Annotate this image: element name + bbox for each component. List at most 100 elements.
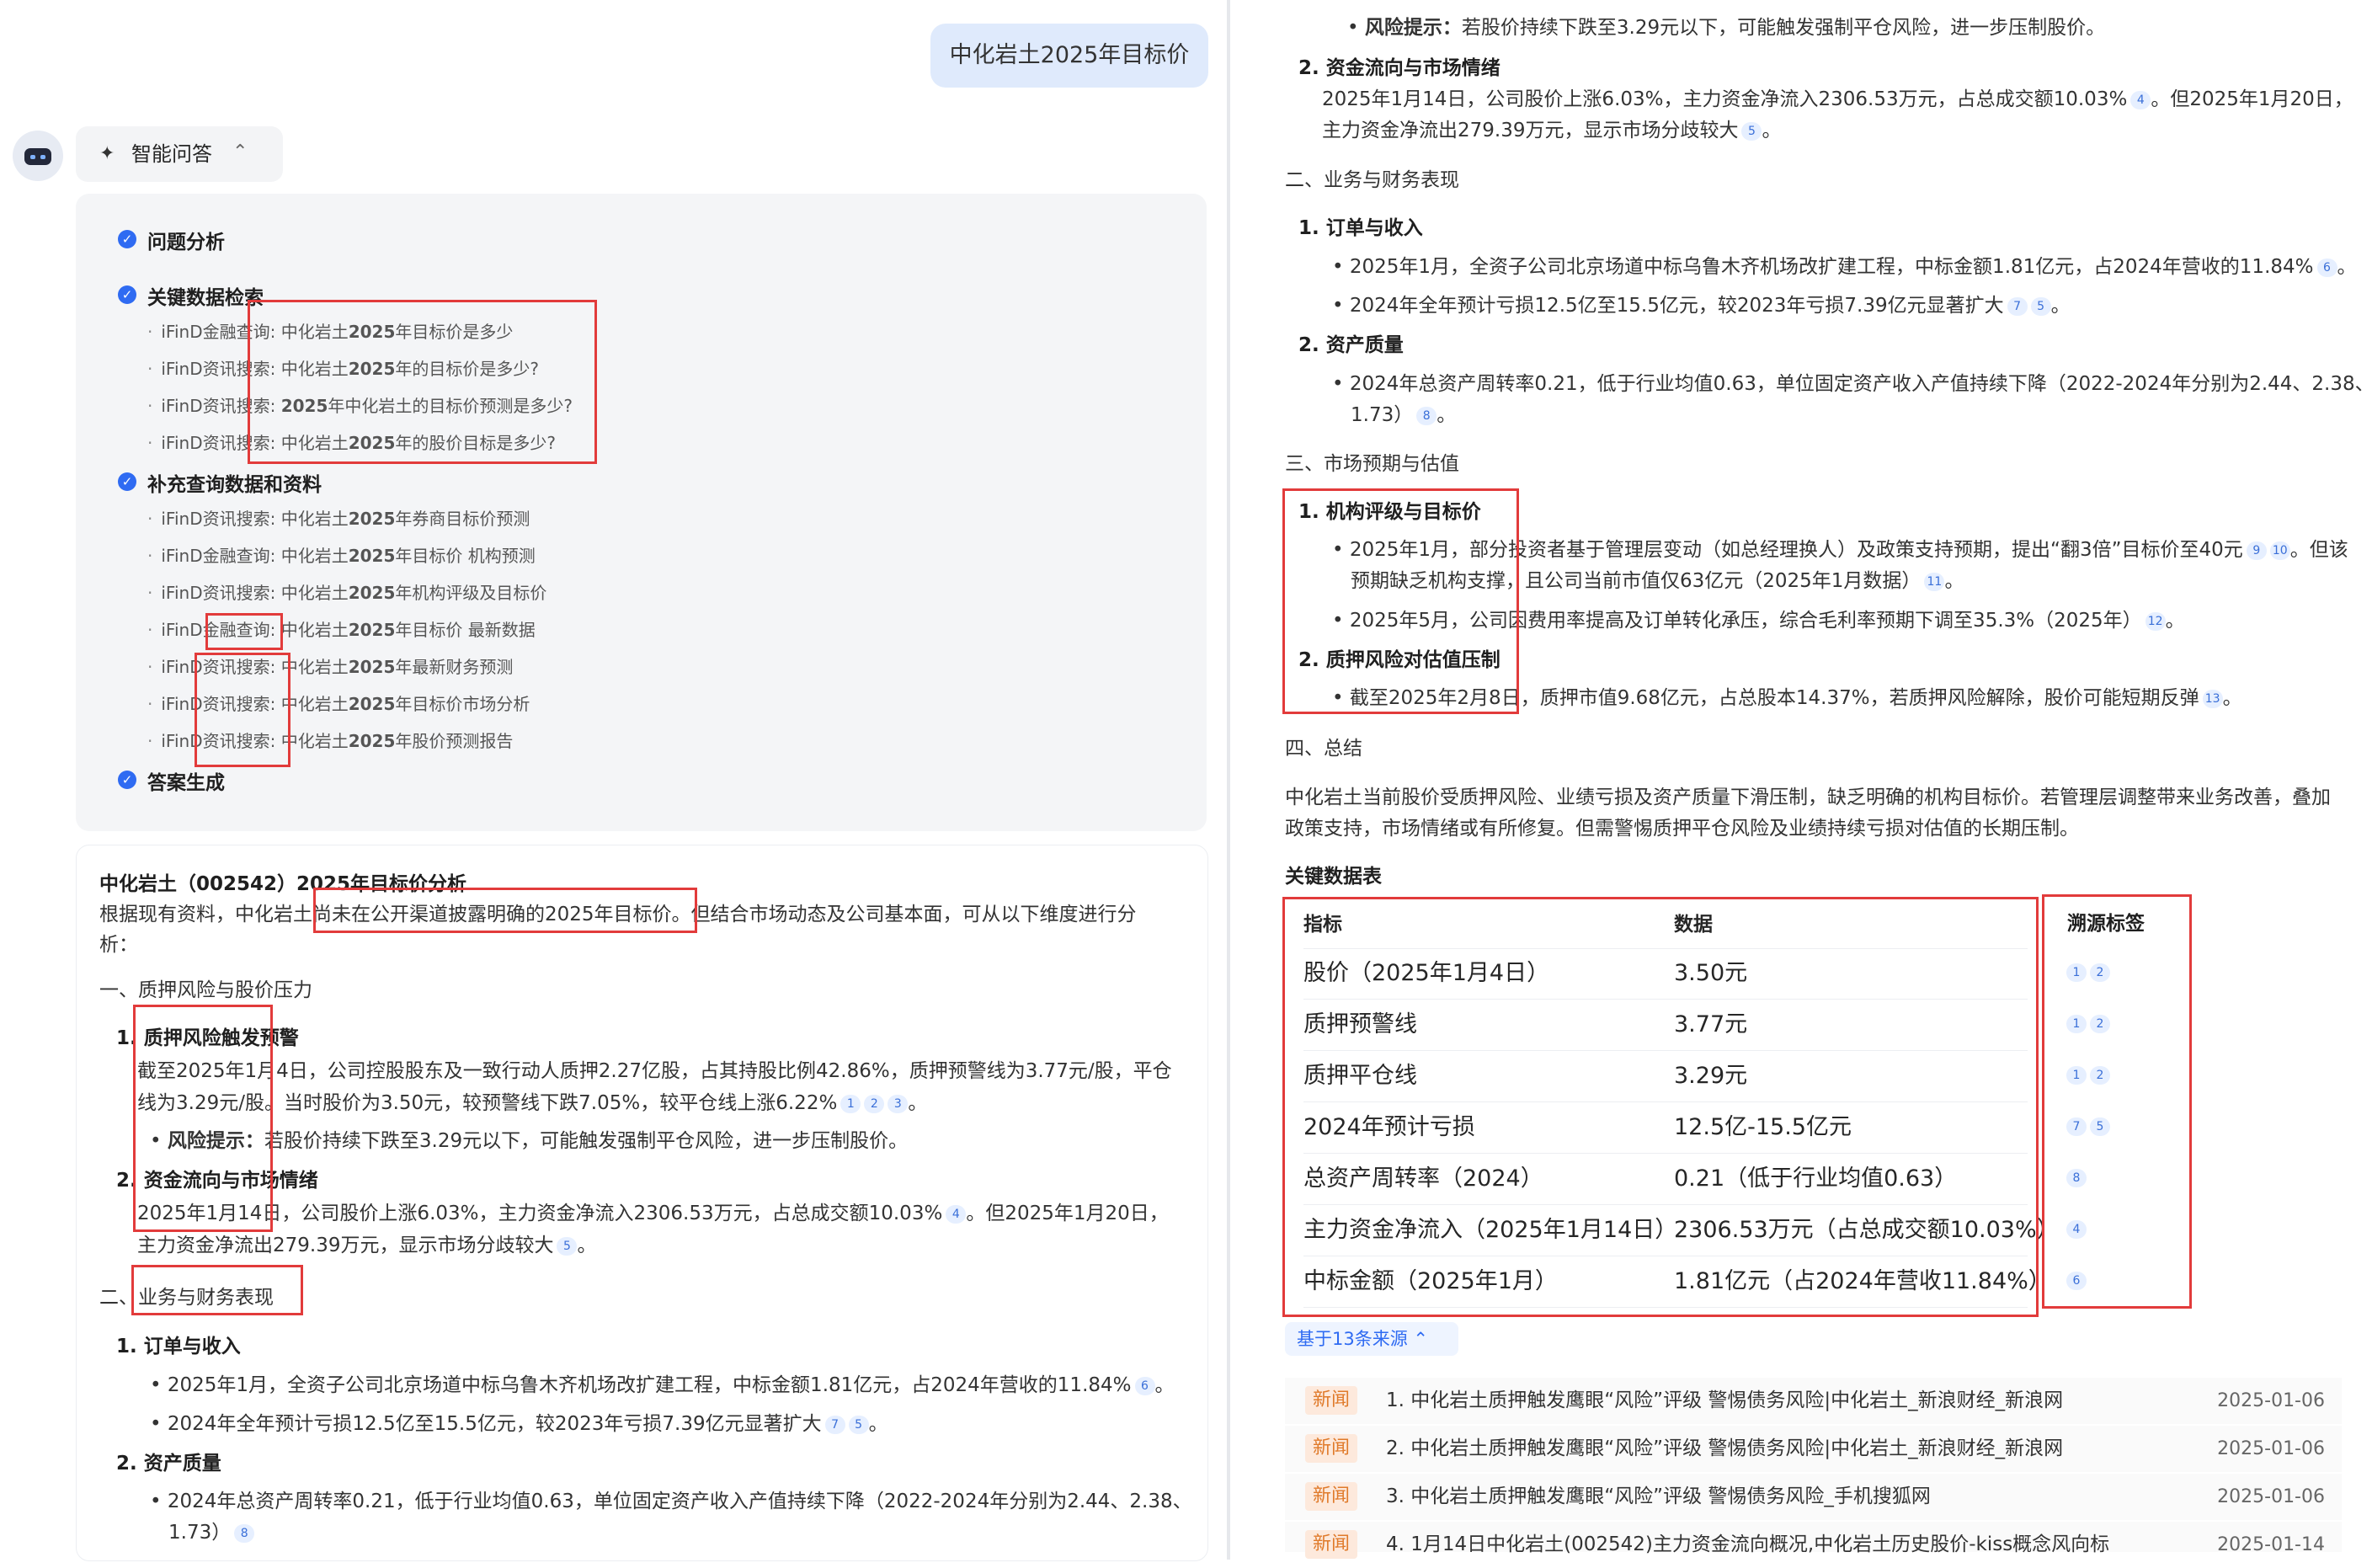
cell-value: 0.21（低于行业均值0.63） — [1674, 1165, 1958, 1192]
source-news-item[interactable]: 新闻 2. 中化岩土质押触发鹰眼“风险”评级 警惕债务风险|中化岩土_新浪财经_新… — [1285, 1426, 2342, 1472]
bullet-line: • 2025年5月，公司因费用率提高及订单转化承压，综合毛利率预期下调至35.3… — [1332, 610, 2185, 632]
citation-badge[interactable]: 8 — [2066, 1169, 2087, 1187]
section-heading: 二、业务与财务表现 — [99, 1287, 274, 1309]
paragraph-line: 主力资金净流出279.39万元，显示市场分歧较大 5。 — [137, 1235, 597, 1256]
cell-metric: 质押平仓线 — [1303, 1063, 1417, 1089]
cell-metric: 2024年预计亏损 — [1303, 1114, 1475, 1140]
news-title[interactable]: 4. 1月14日中化岩土(002542)主力资金流向概况,中化岩土历史股价-ki… — [1386, 1522, 2109, 1568]
search-step-item: · iFinD金融查询: 中化岩土2025年目标价是多少 — [147, 322, 514, 342]
citation-badge[interactable]: 5 — [2030, 296, 2051, 316]
bullet-line-cont: 1.73） 8 — [168, 1517, 255, 1549]
citation-badge[interactable]: 1 — [2066, 963, 2087, 982]
bullet-line: • 2024年全年预计亏损12.5亿至15.5亿元，较2023年亏损7.39亿元… — [1332, 295, 2071, 317]
cell-metric: 主力资金净流入（2025年1月14日） — [1303, 1217, 1678, 1243]
citation-badge[interactable]: 2 — [2090, 963, 2110, 982]
cell-value: 2306.53万元（占总成交额10.03%） — [1674, 1217, 2060, 1243]
citation-badge[interactable]: 1 — [2066, 1066, 2087, 1085]
table-title: 关键数据表 — [1285, 866, 1382, 888]
citation-badge[interactable]: 4 — [946, 1204, 967, 1224]
citation-badge[interactable]: 7 — [2007, 296, 2028, 316]
citation-badge[interactable]: 5 — [557, 1236, 578, 1256]
bullet-line: • 截至2025年2月8日，质押市值9.68亿元，占总股本14.37%，若质押风… — [1332, 687, 2242, 709]
news-badge: 新闻 — [1305, 1434, 1357, 1463]
table-row: 股价（2025年1月4日） 3.50元 — [1303, 948, 2028, 1000]
bullet-line: • 2024年总资产周转率0.21，低于行业均值0.63，单位固定资产收入产值持… — [1332, 373, 2372, 395]
source-news-item[interactable]: 新闻 1. 中化岩土质押触发鹰眼“风险”评级 警惕债务风险|中化岩土_新浪财经_新… — [1285, 1378, 2342, 1424]
step-supplement: 补充查询数据和资料 — [147, 474, 322, 496]
citation-badge[interactable]: 1 — [840, 1094, 861, 1113]
section-heading: 四、总结 — [1285, 738, 1362, 760]
source-news-item[interactable]: 新闻 3. 中化岩土质押触发鹰眼“风险”评级 警惕债务风险_手机搜狐网 2025-0… — [1285, 1474, 2342, 1520]
bullet-line: • 风险提示：若股价持续下跌至3.29元以下，可能触发强制平仓风险，进一步压制股… — [150, 1130, 909, 1152]
header-source: 溯源标签 — [2067, 913, 2145, 935]
search-step-item: · iFinD资讯搜索: 中化岩土2025年机构评级及目标价 — [147, 583, 547, 603]
citation-badge[interactable]: 1 — [2066, 1015, 2087, 1033]
smart-qa-label: 智能问答 — [131, 142, 212, 166]
check-icon: ✓ — [118, 472, 136, 491]
bullet-line: • 风险提示：若股价持续下跌至3.29元以下，可能触发强制平仓风险，进一步压制股… — [1347, 17, 2106, 39]
citation-badge[interactable]: 6 — [1134, 1376, 1155, 1395]
news-badge: 新闻 — [1305, 1482, 1357, 1511]
sparkle-icon: ✦ — [99, 143, 115, 164]
citation-badge[interactable]: 2 — [2090, 1015, 2110, 1033]
bullet-line: • 2024年全年预计亏损12.5亿至15.5亿元，较2023年亏损7.39亿元… — [150, 1413, 888, 1435]
bullet-line: • 2025年1月，全资子公司北京场道中标乌鲁木齐机场改扩建工程，中标金额1.8… — [150, 1374, 1175, 1396]
citation-badge[interactable]: 8 — [1416, 406, 1437, 425]
citation-badge[interactable]: 10 — [2269, 541, 2290, 560]
table-row: 2024年预计亏损 12.5亿-15.5亿元 — [1303, 1102, 2028, 1154]
news-title[interactable]: 1. 中化岩土质押触发鹰眼“风险”评级 警惕债务风险|中化岩土_新浪财经_新浪网 — [1386, 1378, 2063, 1424]
citation-badge[interactable]: 8 — [234, 1523, 255, 1543]
check-icon: ✓ — [118, 285, 136, 304]
citation-badge[interactable]: 5 — [848, 1415, 869, 1434]
search-step-item: · iFinD资讯搜索: 2025年中化岩土的目标价预测是多少? — [147, 396, 573, 416]
search-step-item: · iFinD资讯搜索: 中化岩土2025年目标价市场分析 — [147, 694, 530, 714]
search-step-item: · iFinD金融查询: 中化岩土2025年目标价 机构预测 — [147, 546, 536, 566]
cell-metric: 质押预警线 — [1303, 1011, 1417, 1037]
bullet-line-cont: 预期缺乏机构支撑，且公司当前市值仅63亿元（2025年1月数据） 11。 — [1351, 570, 1964, 592]
sources-toggle-button[interactable]: 基于13条来源 ⌃ — [1285, 1322, 1458, 1356]
source-tags: 6 — [2063, 1272, 2087, 1290]
citation-badge[interactable]: 9 — [2246, 541, 2267, 560]
search-step-item: · iFinD资讯搜索: 中化岩土2025年股价预测报告 — [147, 731, 514, 751]
paragraph-line: 主力资金净流出279.39万元，显示市场分歧较大 5。 — [1322, 120, 1782, 141]
news-title[interactable]: 2. 中化岩土质押触发鹰眼“风险”评级 警惕债务风险|中化岩土_新浪财经_新浪网 — [1386, 1426, 2063, 1472]
search-step-item: · iFinD资讯搜索: 中化岩土2025年券商目标价预测 — [147, 509, 530, 529]
citation-badge[interactable]: 4 — [2130, 90, 2151, 109]
citation-badge[interactable]: 5 — [2090, 1117, 2110, 1136]
news-date: 2025-01-06 — [2217, 1438, 2325, 1459]
check-icon: ✓ — [118, 230, 136, 248]
citation-badge[interactable]: 7 — [2066, 1117, 2087, 1136]
smart-qa-toggle[interactable]: ✦ 智能问答 ⌃ — [76, 126, 283, 182]
chevron-up-icon[interactable]: ⌃ — [232, 125, 248, 180]
source-tags: 75 — [2063, 1117, 2110, 1136]
source-tags: 4 — [2063, 1220, 2087, 1239]
cell-value: 12.5亿-15.5亿元 — [1674, 1114, 1852, 1140]
citation-badge[interactable]: 4 — [2066, 1220, 2087, 1239]
source-tags: 12 — [2063, 963, 2110, 982]
subsection-heading: 2. 资产质量 — [116, 1453, 221, 1475]
citation-badge[interactable]: 2 — [864, 1094, 885, 1113]
robot-face-icon — [24, 148, 51, 165]
citation-badge[interactable]: 5 — [1741, 121, 1762, 141]
citation-badge[interactable]: 6 — [2316, 258, 2337, 277]
section-heading: 三、市场预期与估值 — [1285, 453, 1459, 475]
citation-badge[interactable]: 12 — [2145, 611, 2166, 631]
source-tags: 8 — [2063, 1169, 2087, 1187]
subsection-heading: 1. 机构评级与目标价 — [1298, 501, 1481, 523]
citation-badge[interactable]: 13 — [2202, 689, 2223, 708]
source-news-item[interactable]: 新闻 4. 1月14日中化岩土(002542)主力资金流向概况,中化岩土历史股价-… — [1285, 1522, 2342, 1559]
paragraph-line: 2025年1月14日，公司股价上涨6.03%，主力资金净流入2306.53万元，… — [137, 1203, 1169, 1224]
citation-badge[interactable]: 3 — [888, 1094, 909, 1113]
cell-metric: 中标金额（2025年1月） — [1303, 1268, 1558, 1294]
search-step-item: · iFinD资讯搜索: 中化岩土2025年的股价目标是多少? — [147, 433, 556, 453]
news-title[interactable]: 3. 中化岩土质押触发鹰眼“风险”评级 警惕债务风险_手机搜狐网 — [1386, 1474, 1931, 1520]
check-icon: ✓ — [118, 771, 136, 789]
answer-title: 中化岩土（002542）2025年目标价分析 — [99, 873, 467, 895]
citation-badge[interactable]: 11 — [1924, 572, 1945, 591]
section-heading: 二、业务与财务表现 — [1285, 169, 1459, 191]
bullet-line: • 2025年1月，全资子公司北京场道中标乌鲁木齐机场改扩建工程，中标金额1.8… — [1332, 256, 2357, 278]
cell-metric: 总资产周转率（2024） — [1303, 1165, 1543, 1192]
citation-badge[interactable]: 7 — [824, 1415, 845, 1434]
citation-badge[interactable]: 6 — [2066, 1272, 2087, 1290]
citation-badge[interactable]: 2 — [2090, 1066, 2110, 1085]
